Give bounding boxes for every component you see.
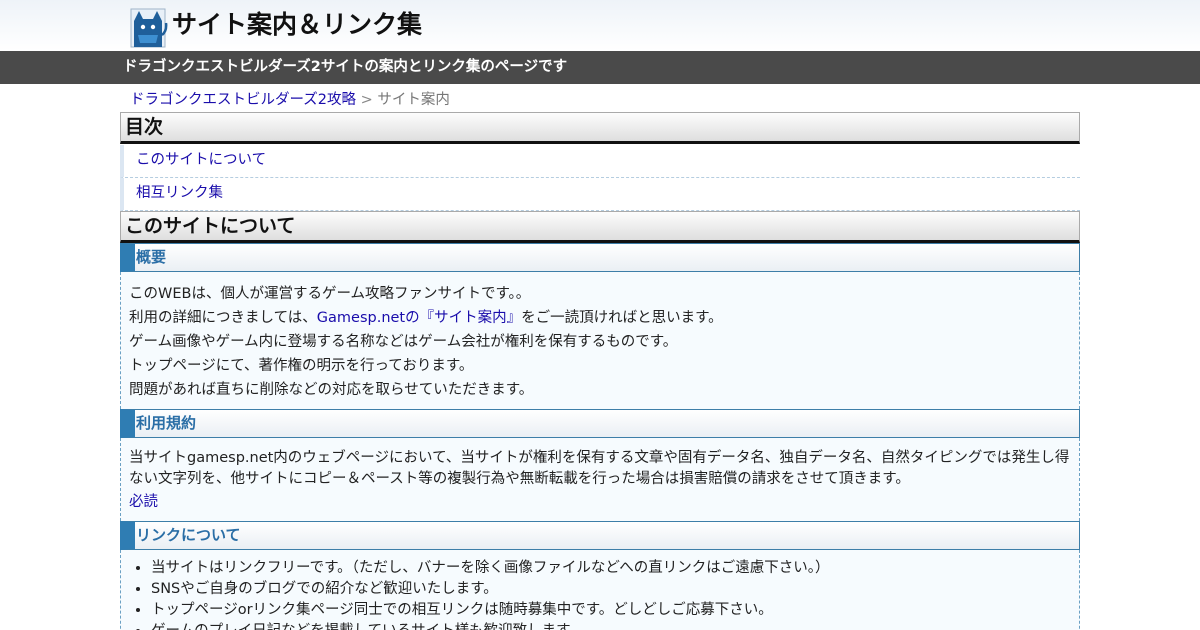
site-header: サイト案内＆リンク集 bbox=[0, 0, 1200, 51]
list-item: SNSやご自身のブログでの紹介など歓迎いたします。 bbox=[151, 579, 1071, 600]
about-heading: このサイトについて bbox=[120, 211, 1080, 243]
links-heading: リンクについて bbox=[120, 521, 1080, 550]
toc-link-about[interactable]: このサイトについて bbox=[136, 152, 266, 168]
main-content: ドラゴンクエストビルダーズ2攻略 > サイト案内 目次 このサイトについて 相互… bbox=[120, 84, 1080, 630]
site-tagline: ドラゴンクエストビルダーズ2サイトの案内とリンク集のページです bbox=[123, 59, 568, 75]
toc-item-about: このサイトについて bbox=[120, 145, 1080, 178]
overview-section: このWEBは、個人が運営するゲーム攻略ファンサイトです。。 利用の詳細につきまし… bbox=[120, 272, 1080, 409]
toc-heading: 目次 bbox=[120, 112, 1080, 144]
terms-section: 当サイトgamesp.net内のウェブページにおいて、当サイトが権利を保有する文… bbox=[120, 438, 1080, 521]
overview-line-1: このWEBは、個人が運営するゲーム攻略ファンサイトです。。 bbox=[129, 286, 531, 302]
toc-item-mutual-links: 相互リンク集 bbox=[120, 178, 1080, 211]
tagline-bar: ドラゴンクエストビルダーズ2サイトの案内とリンク集のページです bbox=[0, 51, 1200, 84]
breadcrumb-current: サイト案内 bbox=[377, 92, 450, 108]
overview-line-4: トップページにて、著作権の明示を行っております。 bbox=[129, 358, 474, 374]
site-guide-link[interactable]: Gamesp.netの『サイト案内』 bbox=[317, 310, 521, 326]
overview-heading: 概要 bbox=[120, 243, 1080, 272]
breadcrumb: ドラゴンクエストビルダーズ2攻略 > サイト案内 bbox=[120, 84, 1080, 112]
overview-line-2-prefix: 利用の詳細につきましては、 bbox=[129, 310, 317, 326]
breadcrumb-separator: > bbox=[360, 92, 373, 108]
list-item: 当サイトはリンクフリーです。（ただし、バナーを除く画像ファイルなどへの直リンクは… bbox=[151, 558, 1071, 579]
overview-line-5: 問題があれば直ちに削除などの対応を取らせていただきます。 bbox=[129, 382, 534, 398]
overview-line-2-suffix: をご一読頂ければと思います。 bbox=[521, 310, 723, 326]
terms-link-row: 必読 bbox=[129, 490, 1071, 514]
overview-line-3: ゲーム画像やゲーム内に登場する名称などはゲーム会社が権利を保有するものです。 bbox=[129, 334, 678, 350]
table-of-contents: このサイトについて 相互リンク集 bbox=[120, 145, 1080, 211]
breadcrumb-parent-link[interactable]: ドラゴンクエストビルダーズ2攻略 bbox=[130, 92, 356, 108]
site-title[interactable]: サイト案内＆リンク集 bbox=[172, 8, 422, 42]
list-item: トップページorリンク集ページ同士での相互リンクは随時募集中です。どしどしご応募… bbox=[151, 600, 1071, 621]
list-item: ゲームのプレイ日記などを掲載しているサイト様も歓迎致します。 bbox=[151, 621, 1071, 630]
overview-line-2: 利用の詳細につきましては、Gamesp.netの『サイト案内』をご一読頂ければと… bbox=[129, 306, 1071, 330]
links-section: 当サイトはリンクフリーです。（ただし、バナーを除く画像ファイルなどへの直リンクは… bbox=[120, 550, 1080, 630]
terms-heading: 利用規約 bbox=[120, 409, 1080, 438]
cat-logo-icon[interactable] bbox=[130, 5, 168, 49]
terms-text: 当サイトgamesp.net内のウェブページにおいて、当サイトが権利を保有する文… bbox=[129, 450, 1070, 487]
link-policy-list: 当サイトはリンクフリーです。（ただし、バナーを除く画像ファイルなどへの直リンクは… bbox=[129, 558, 1071, 630]
must-read-link[interactable]: 必読 bbox=[129, 494, 158, 510]
toc-link-mutual-links[interactable]: 相互リンク集 bbox=[136, 185, 223, 201]
